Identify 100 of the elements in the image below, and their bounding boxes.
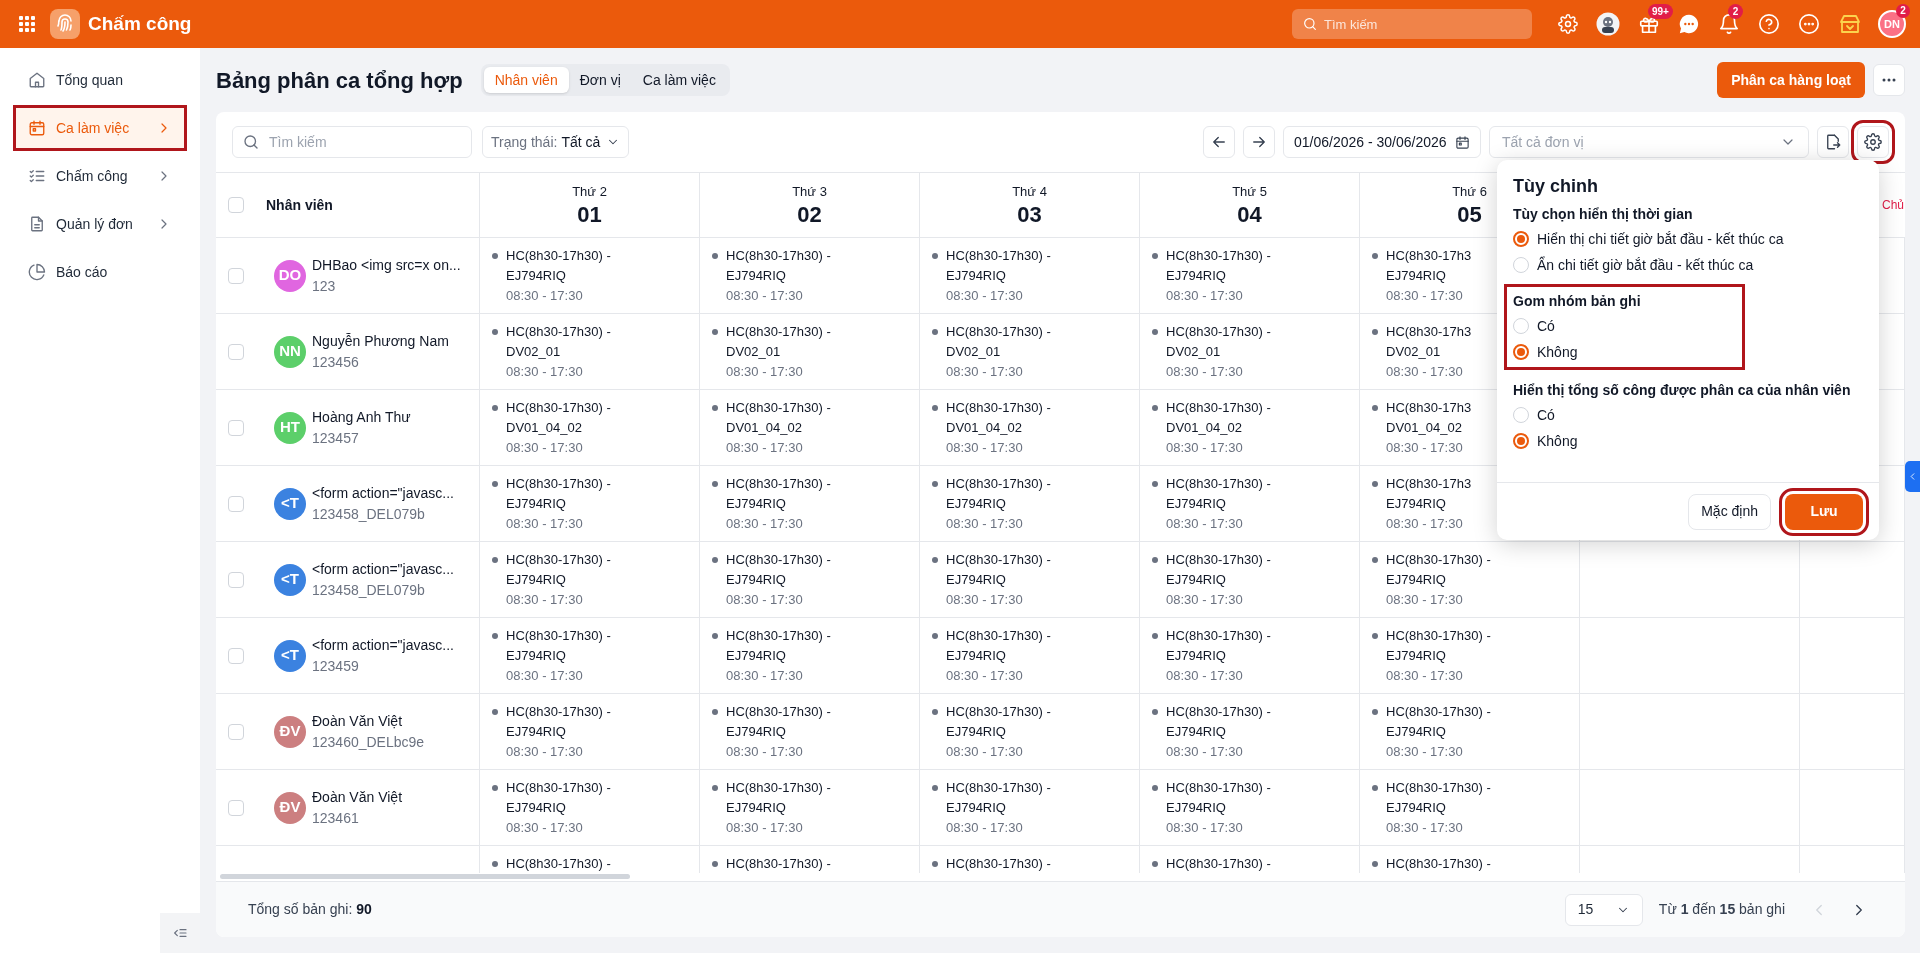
- help-icon[interactable]: [1758, 13, 1780, 35]
- weekday-label: Thứ 5: [1232, 183, 1267, 202]
- calendar-icon: [28, 119, 46, 137]
- shift-name: HC(8h30-17h30) -: [726, 703, 831, 721]
- shift-time: 08:30 - 17:30: [726, 438, 803, 457]
- unit-code: EJ794RIQ: [946, 266, 1006, 285]
- weekday-label: Thứ 4: [1012, 183, 1047, 202]
- shift-time: 08:30 - 17:30: [726, 818, 803, 837]
- weekday-label: Thứ 3: [792, 183, 827, 202]
- shift-name: HC(8h30-17h30) -: [1386, 779, 1491, 797]
- radio-option[interactable]: Ẩn chi tiết giờ bắt đầu - kết thúc ca: [1513, 252, 1863, 278]
- bullet-icon: [1152, 404, 1158, 411]
- view-tab[interactable]: Đơn vị: [568, 67, 632, 93]
- weekday-label: Thứ 2: [572, 183, 607, 202]
- bullet-icon: [1152, 252, 1158, 259]
- shift-name: HC(8h30-17h30) -: [946, 475, 1051, 493]
- bullet-icon: [932, 556, 938, 563]
- document-icon: [28, 215, 46, 233]
- search-icon: [1302, 16, 1318, 32]
- more-button[interactable]: [1873, 64, 1905, 96]
- settings-icon[interactable]: [1558, 14, 1578, 34]
- shift-name: HC(8h30-17h30) -: [506, 855, 611, 873]
- checkbox[interactable]: [228, 343, 244, 360]
- checkbox[interactable]: [228, 571, 244, 588]
- shift-time: 08:30 - 17:30: [1166, 514, 1243, 533]
- default-button[interactable]: Mặc định: [1688, 493, 1771, 530]
- collapse-sidebar-button[interactable]: [160, 913, 200, 953]
- bullet-icon: [492, 556, 498, 563]
- sidebar-item[interactable]: Chấm công: [16, 156, 184, 196]
- view-tab[interactable]: Ca làm việc: [631, 67, 727, 93]
- status-filter-dropdown[interactable]: Trạng thái: Tất cả: [482, 126, 630, 158]
- unit-code: EJ794RIQ: [726, 494, 786, 513]
- bullet-icon: [1372, 784, 1378, 791]
- unit-code: EJ794RIQ: [946, 722, 1006, 741]
- radio-option[interactable]: Hiển thị chi tiết giờ bắt đầu - kết thúc ca: [1513, 226, 1863, 252]
- unit-code: EJ794RIQ: [506, 646, 566, 665]
- radio-option[interactable]: Không: [1513, 339, 1736, 365]
- date-range-field[interactable]: 01/06/2026 - 30/06/2026: [1283, 126, 1481, 158]
- shift-name: HC(8h30-17h30) -: [506, 779, 611, 797]
- shift-time: 08:30 - 17:30: [1166, 438, 1243, 457]
- shift-name: HC(8h30-17h30) -: [1386, 627, 1491, 645]
- shift-time: 08:30 - 17:30: [1386, 286, 1463, 305]
- employee-name: Hoàng Anh Thư: [312, 407, 411, 427]
- view-tab[interactable]: Nhân viên: [483, 67, 569, 93]
- bullet-icon: [492, 252, 498, 259]
- employee-code: 123458_DEL079b: [312, 504, 426, 524]
- shift-time: 08:30 - 17:30: [1386, 590, 1463, 609]
- option-group-title: Tùy chọn hiển thị thời gian: [1513, 205, 1694, 224]
- next-button[interactable]: [1243, 126, 1275, 158]
- shift-time: 08:30 - 17:30: [726, 590, 803, 609]
- bell-icon[interactable]: [1718, 13, 1740, 35]
- store-icon[interactable]: [1838, 12, 1862, 36]
- checkbox[interactable]: [228, 197, 244, 213]
- more-icon[interactable]: [1798, 13, 1820, 35]
- page-size-select[interactable]: 15: [1564, 893, 1643, 926]
- checkbox[interactable]: [228, 495, 244, 512]
- shift-time: 08:30 - 17:30: [946, 286, 1023, 305]
- unit-code: EJ794RIQ: [1386, 722, 1446, 741]
- shift-time: 08:30 - 17:30: [946, 742, 1023, 761]
- unit-code: EJ794RIQ: [946, 494, 1006, 513]
- radio-option[interactable]: Có: [1513, 402, 1863, 428]
- checkbox[interactable]: [228, 267, 244, 284]
- shift-time: 08:30 - 17:30: [506, 590, 583, 609]
- checkbox[interactable]: [228, 419, 244, 436]
- robot-avatar-icon[interactable]: [1596, 12, 1620, 36]
- radio-option[interactable]: Không: [1513, 428, 1863, 454]
- export-button[interactable]: [1817, 126, 1849, 158]
- shift-name: HC(8h30-17h30) -: [1166, 627, 1271, 645]
- bulk-assign-button[interactable]: Phân ca hàng loạt: [1717, 62, 1865, 98]
- checkbox[interactable]: [228, 723, 244, 740]
- radio-button[interactable]: [1513, 344, 1529, 360]
- shift-name: HC(8h30-17h30) -: [1166, 247, 1271, 265]
- radio-option[interactable]: Có: [1513, 313, 1736, 339]
- sidebar-item[interactable]: Báo cáo: [16, 252, 184, 292]
- bullet-icon: [712, 860, 718, 867]
- bullet-icon: [492, 404, 498, 411]
- shift-time: 08:30 - 17:30: [946, 818, 1023, 837]
- previous-button[interactable]: [1203, 126, 1235, 158]
- shift-time: 08:30 - 17:30: [1166, 742, 1243, 761]
- bullet-icon: [712, 556, 718, 563]
- bullet-icon: [1372, 708, 1378, 715]
- app-grid-icon[interactable]: [18, 15, 36, 33]
- shift-time: 08:30 - 17:30: [1386, 514, 1463, 533]
- unit-code: EJ794RIQ: [1386, 646, 1446, 665]
- shift-name: HC(8h30-17h30) -: [726, 475, 831, 493]
- sidebar-item[interactable]: Quản lý đơn: [16, 204, 184, 244]
- side-panel-toggle[interactable]: [1905, 461, 1920, 492]
- unit-code: DV02_01: [726, 342, 781, 361]
- bullet-icon: [1152, 328, 1158, 335]
- checkbox[interactable]: [228, 647, 244, 664]
- sidebar-item[interactable]: Tổng quan: [16, 60, 184, 100]
- search-field[interactable]: Tìm kiếm: [232, 126, 472, 158]
- shift-name: HC(8h30-17h30) -: [506, 475, 611, 493]
- scrollbar-thumb[interactable]: [220, 874, 630, 879]
- unit-code: DV01_04_02: [946, 418, 1022, 437]
- checkbox[interactable]: [228, 799, 244, 816]
- radio-button[interactable]: [1513, 231, 1529, 247]
- radio-button[interactable]: [1513, 433, 1529, 449]
- employee-code: 123459: [312, 656, 360, 676]
- chat-icon[interactable]: [1678, 13, 1700, 35]
